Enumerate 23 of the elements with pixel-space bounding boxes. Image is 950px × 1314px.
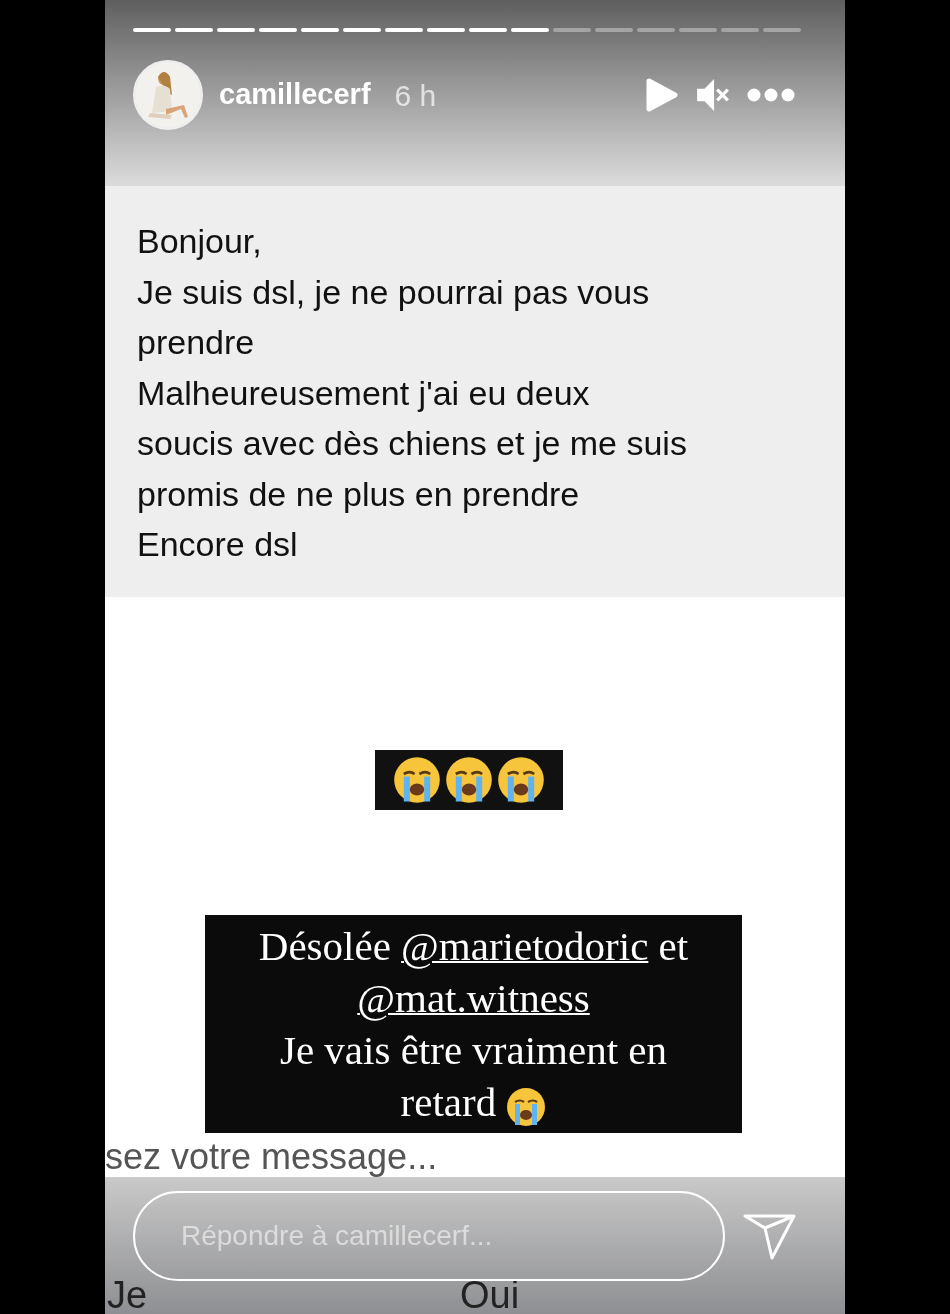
message-text: Encore dsl	[137, 524, 299, 566]
post-time: 6 h	[394, 77, 437, 114]
crying-face-icon	[506, 1086, 547, 1127]
message-text: Je suis dsl, je ne pourrai pas vous	[137, 271, 651, 313]
caption-text: Je vais être vraiment en	[279, 1027, 668, 1074]
message-text: promis de ne plus en prendre	[137, 473, 581, 515]
caption-text: retard	[400, 1079, 498, 1126]
play-icon[interactable]	[645, 77, 679, 113]
crying-face-icon	[497, 756, 545, 805]
message-text: Bonjour,	[137, 221, 263, 263]
send-icon[interactable]	[743, 1213, 797, 1262]
message-hint-text: sez votre message...	[105, 1137, 439, 1178]
mention-link[interactable]: @mat.witness	[357, 975, 590, 1022]
more-options-icon[interactable]	[747, 88, 795, 102]
message-text: Malheureusement j'ai eu deux	[137, 372, 591, 414]
caption-text: Désolée	[258, 923, 392, 970]
message-text: prendre	[137, 322, 256, 364]
caption-text: et	[657, 923, 689, 970]
message-text: soucis avec dès chiens et je me suis	[137, 423, 688, 465]
crying-face-icon	[393, 756, 441, 805]
muted-speaker-icon[interactable]	[695, 77, 731, 113]
crying-face-icon	[445, 756, 493, 805]
mention-link[interactable]: @marietodoric	[401, 923, 649, 970]
